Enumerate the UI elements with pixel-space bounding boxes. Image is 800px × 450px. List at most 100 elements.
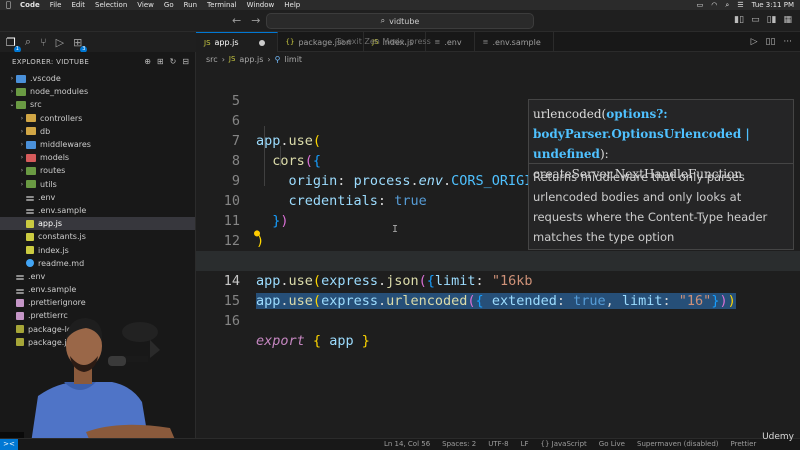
run-debug-icon[interactable]: ▷ [56, 36, 64, 49]
folder-icon [26, 114, 36, 123]
status-language[interactable]: {} JavaScript [541, 440, 587, 448]
tree-item-label: app.js [38, 219, 62, 229]
zen-mode-hint: To exit Zen Mode, press [336, 37, 431, 46]
breadcrumb-folder[interactable]: src [206, 55, 218, 64]
tree-item[interactable]: readme.md [0, 257, 195, 270]
env-file-icon [26, 196, 34, 199]
breadcrumb-file[interactable]: app.js [239, 55, 263, 64]
menubar-clock[interactable]: Tue 3:11 PM [752, 1, 794, 9]
unsaved-dot-icon[interactable] [258, 39, 265, 46]
presenter-video-icon [0, 318, 176, 450]
apple-icon[interactable]:  [6, 1, 14, 9]
tree-item-label: .vscode [30, 74, 61, 84]
search-icon[interactable]: ⌕ [25, 35, 31, 49]
symbol-icon: ⚲ [274, 54, 281, 64]
js-file-icon [26, 232, 34, 241]
status-cursor-position[interactable]: Ln 14, Col 56 [384, 440, 430, 448]
env-file-icon: ≡ [434, 38, 441, 46]
webcam-overlay [0, 292, 196, 450]
tree-item[interactable]: .env [0, 191, 195, 204]
refresh-icon[interactable]: ↻ [170, 57, 177, 66]
tab-env-sample[interactable]: ≡ .env.sample [475, 32, 554, 52]
remote-icon[interactable]: >< [0, 439, 18, 450]
extensions-icon[interactable]: ⊞ 3 [73, 36, 88, 53]
env-file-icon: ≡ [482, 38, 489, 46]
menu-go[interactable]: Go [164, 1, 174, 9]
explorer-icon[interactable]: ❐ 1 [6, 36, 21, 53]
tree-item[interactable]: index.js [0, 243, 195, 256]
tree-item[interactable]: › node_modules [0, 85, 195, 98]
forward-arrow-icon[interactable]: → [251, 14, 260, 27]
tree-item[interactable]: .env.sample [0, 204, 195, 217]
tab-app-js[interactable]: JS app.js [196, 32, 278, 52]
folder-icon [26, 166, 36, 175]
toggle-panel-icon[interactable]: ▭ [751, 15, 760, 25]
tree-item[interactable]: .env [0, 270, 195, 283]
tree-item[interactable]: › controllers [0, 112, 195, 125]
status-supermaven[interactable]: Supermaven (disabled) [637, 440, 719, 448]
status-eol[interactable]: LF [521, 440, 529, 448]
battery-icon[interactable]: ▭ [697, 1, 704, 9]
menu-file[interactable]: File [50, 1, 62, 9]
menu-view[interactable]: View [137, 1, 154, 9]
toggle-secondary-sidebar-icon[interactable]: ▯▮ [767, 15, 777, 25]
status-indentation[interactable]: Spaces: 2 [442, 440, 476, 448]
hover-doc: Returns middleware that only parses urle… [533, 170, 768, 244]
tree-item[interactable]: › models [0, 151, 195, 164]
menu-app[interactable]: Code [20, 1, 40, 9]
new-folder-icon[interactable]: ⊞ [157, 57, 164, 66]
tree-item[interactable]: constants.js [0, 230, 195, 243]
tree-item[interactable]: › .vscode [0, 72, 195, 85]
toggle-sidebar-icon[interactable]: ▮▯ [734, 15, 744, 25]
folder-icon [16, 100, 26, 109]
command-center[interactable]: ⌕ vidtube [266, 13, 534, 29]
split-editor-icon[interactable]: ▯▯ [766, 37, 776, 47]
search-icon[interactable]: ⌕ [725, 1, 729, 10]
collapse-all-icon[interactable]: ⊟ [182, 57, 189, 66]
tree-item[interactable]: › middlewares [0, 138, 195, 151]
control-center-icon[interactable]: ☰ [737, 1, 743, 9]
breadcrumb-symbol[interactable]: limit [284, 55, 302, 64]
menu-edit[interactable]: Edit [71, 1, 85, 9]
status-prettier[interactable]: Prettier [731, 440, 757, 448]
lightbulb-icon[interactable]: ● [254, 228, 260, 239]
json-file-icon: {} [285, 38, 295, 46]
tree-item[interactable]: app.js [0, 217, 195, 231]
tree-item[interactable]: › routes [0, 164, 195, 177]
menu-run[interactable]: Run [184, 1, 197, 9]
chevron-right-icon: › [10, 88, 14, 96]
new-file-icon[interactable]: ⊕ [144, 57, 151, 66]
wifi-icon[interactable]: ◠ [711, 1, 717, 9]
source-control-icon[interactable]: ⑂ [40, 36, 47, 49]
tree-item-label: .env.sample [38, 205, 87, 215]
env-file-icon [16, 288, 24, 291]
activity-bar: ❐ 1 ⌕ ⑂ ▷ ⊞ 3 [0, 32, 196, 53]
folder-icon [26, 140, 36, 149]
customize-layout-icon[interactable]: ▦ [783, 15, 792, 25]
tree-item-label: constants.js [38, 232, 86, 242]
layout-controls: ▮▯ ▭ ▯▮ ▦ [734, 15, 792, 25]
status-encoding[interactable]: UTF-8 [488, 440, 508, 448]
tree-item-label: index.js [38, 245, 69, 255]
back-arrow-icon[interactable]: ← [232, 14, 241, 27]
status-go-live[interactable]: Go Live [599, 440, 625, 448]
tree-item[interactable]: › utils [0, 178, 195, 191]
chevron-right-icon: › [267, 54, 271, 64]
command-center-label: vidtube [389, 16, 420, 26]
run-icon[interactable]: ▷ [751, 37, 758, 47]
status-bar: >< Ln 14, Col 56 Spaces: 2 UTF-8 LF {} J… [0, 438, 800, 450]
code-text: export { app } [256, 333, 370, 349]
folder-icon [26, 127, 36, 136]
tab-env[interactable]: ≡ .env [426, 32, 475, 52]
more-actions-icon[interactable]: ··· [783, 37, 792, 47]
menu-help[interactable]: Help [284, 1, 300, 9]
chevron-right-icon: › [20, 141, 24, 149]
macos-menubar:  Code File Edit Selection View Go Run T… [0, 0, 800, 10]
menu-window[interactable]: Window [247, 1, 275, 9]
tree-item[interactable]: ⌄ src [0, 98, 195, 111]
menu-terminal[interactable]: Terminal [207, 1, 237, 9]
tree-item[interactable]: › db [0, 125, 195, 138]
folder-icon [26, 153, 36, 162]
title-bar: ← → ⌕ vidtube ▮▯ ▭ ▯▮ ▦ [0, 10, 800, 32]
menu-selection[interactable]: Selection [95, 1, 127, 9]
